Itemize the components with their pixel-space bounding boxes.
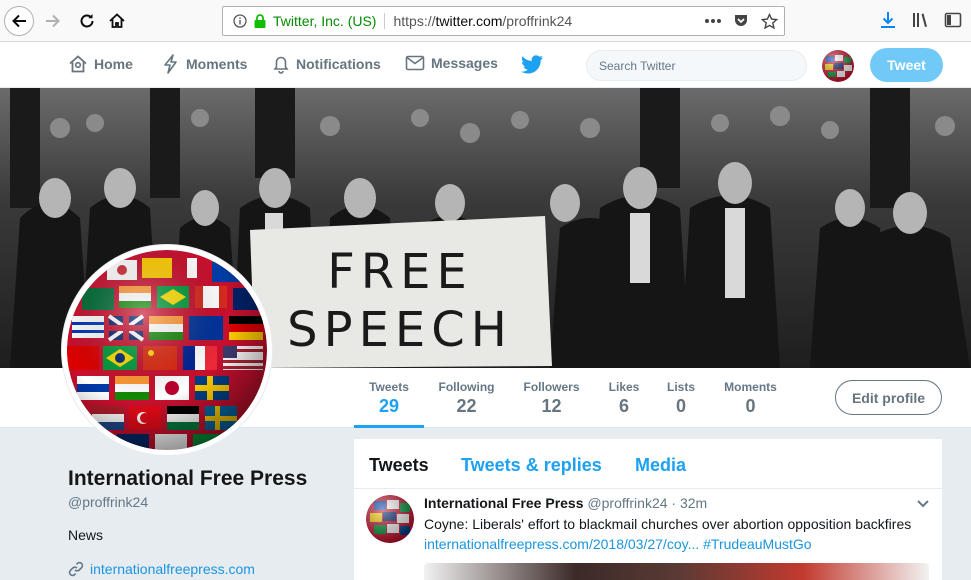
bookmark-star-icon[interactable]: [761, 12, 778, 30]
stat-moments-value: 0: [745, 396, 756, 416]
tweet-timestamp[interactable]: · 32m: [671, 495, 707, 511]
stat-following-value: 22: [456, 396, 477, 416]
nav-moments-label: Moments: [186, 56, 248, 72]
reload-icon: [80, 14, 94, 28]
profile-website-text: internationalfreepress.com: [90, 561, 255, 577]
pocket-icon[interactable]: [733, 13, 749, 29]
tweet-header: International Free Press @proffrink24 · …: [424, 495, 707, 511]
nav-notifications[interactable]: Notifications: [272, 54, 381, 74]
stat-followers[interactable]: Followers 12: [523, 380, 580, 417]
nav-messages[interactable]: Messages: [405, 54, 498, 72]
bell-icon: [273, 56, 289, 74]
house-icon: [109, 13, 125, 28]
info-icon[interactable]: [233, 14, 247, 28]
back-button[interactable]: [4, 6, 34, 36]
browser-toolbar: Twitter, Inc. (US) https://twitter.com/p…: [0, 0, 971, 42]
profile-bio: News: [68, 527, 104, 543]
stat-likes[interactable]: Likes 6: [608, 380, 640, 417]
library-icon[interactable]: [912, 11, 930, 29]
tweet-item[interactable]: International Free Press @proffrink24 · …: [354, 489, 942, 580]
tweet-author-handle[interactable]: @proffrink24: [587, 495, 667, 511]
stat-lists-label: Lists: [667, 380, 696, 394]
download-icon[interactable]: [880, 11, 896, 29]
tweet-author-name[interactable]: International Free Press: [424, 495, 584, 511]
home-page-button[interactable]: [102, 6, 132, 36]
site-identity[interactable]: Twitter, Inc. (US): [273, 13, 386, 29]
url-text[interactable]: https://twitter.com/proffrink24: [393, 13, 572, 29]
timeline: Tweets Tweets & replies Media Internatio…: [354, 439, 942, 580]
tab-tweets-replies[interactable]: Tweets & replies: [461, 455, 602, 476]
reload-button[interactable]: [72, 6, 102, 36]
profile-name: International Free Press: [68, 467, 308, 490]
home-icon: [69, 55, 87, 73]
page-actions-icon[interactable]: [705, 18, 721, 24]
tweet-button[interactable]: Tweet: [870, 48, 943, 82]
tweet-url[interactable]: internationalfreepress.com/2018/03/27/co…: [424, 536, 699, 552]
url-path: /proffrink24: [502, 13, 573, 29]
account-avatar[interactable]: [822, 50, 854, 82]
flag-globe-avatar-image: [366, 495, 414, 543]
flag-globe-avatar-image: [822, 50, 854, 82]
stat-moments[interactable]: Moments 0: [722, 380, 779, 417]
sign-text-line2: SPEECH: [287, 302, 513, 358]
profile-handle: @proffrink24: [68, 494, 149, 510]
stat-moments-label: Moments: [724, 380, 777, 394]
address-bar[interactable]: Twitter, Inc. (US) https://twitter.com/p…: [222, 6, 785, 36]
profile-avatar[interactable]: [62, 245, 272, 455]
envelope-icon: [405, 55, 425, 71]
nav-notifications-label: Notifications: [296, 56, 381, 72]
edit-profile-button[interactable]: Edit profile: [835, 380, 942, 415]
nav-home-label: Home: [94, 56, 133, 72]
flag-globe-image: [67, 250, 267, 450]
twitter-bird-icon[interactable]: [520, 55, 544, 75]
stat-tweets-label: Tweets: [369, 380, 409, 394]
lock-icon: [254, 14, 266, 28]
link-icon: [68, 561, 84, 577]
tab-media[interactable]: Media: [635, 455, 686, 476]
forward-button[interactable]: [38, 6, 68, 36]
stat-following[interactable]: Following 22: [438, 380, 495, 417]
back-arrow-icon: [12, 14, 26, 28]
stat-following-label: Following: [438, 380, 495, 394]
tab-tweets[interactable]: Tweets: [369, 455, 429, 476]
url-host: twitter.com: [435, 13, 503, 29]
active-stat-indicator: [354, 425, 424, 428]
tweet-hashtag[interactable]: #TrudeauMustGo: [703, 536, 811, 552]
tweet-text: Coyne: Liberals' effort to blackmail chu…: [424, 516, 912, 532]
timeline-tabs: Tweets Tweets & replies Media: [354, 439, 942, 489]
tweet-media-preview[interactable]: [424, 563, 929, 580]
forward-arrow-icon: [46, 14, 60, 28]
lightning-icon: [164, 54, 177, 74]
nav-moments[interactable]: Moments: [162, 54, 247, 74]
stat-lists[interactable]: Lists 0: [667, 380, 695, 417]
tweet-links: internationalfreepress.com/2018/03/27/co…: [424, 536, 812, 552]
nav-messages-label: Messages: [431, 55, 498, 71]
tweet-avatar[interactable]: [366, 495, 414, 543]
stat-followers-value: 12: [541, 396, 562, 416]
twitter-top-nav: Home Moments Notifications Messages Sear…: [0, 42, 971, 115]
search-input[interactable]: Search Twitter: [586, 50, 807, 81]
stat-lists-value: 0: [675, 396, 686, 416]
nav-home[interactable]: Home: [68, 54, 133, 74]
chevron-down-icon[interactable]: [916, 499, 930, 509]
url-prefix: https://: [393, 13, 436, 29]
stat-tweets-value: 29: [378, 396, 400, 416]
stat-likes-value: 6: [618, 396, 629, 416]
sign-text-line1: FREE: [327, 244, 473, 300]
profile-website[interactable]: internationalfreepress.com: [68, 561, 255, 577]
stat-likes-label: Likes: [608, 380, 640, 394]
stat-followers-label: Followers: [523, 380, 580, 394]
sidebar-icon[interactable]: [944, 11, 962, 29]
stat-tweets[interactable]: Tweets 29: [368, 380, 410, 417]
